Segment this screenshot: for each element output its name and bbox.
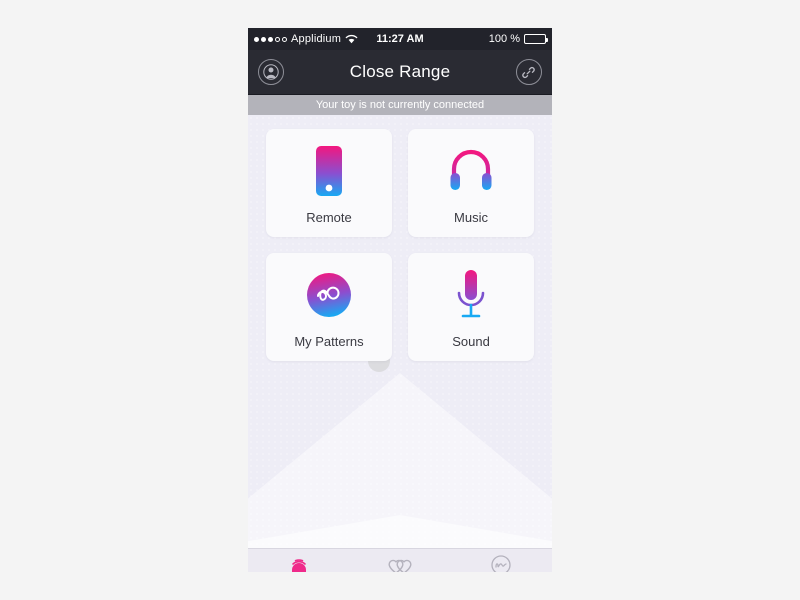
connection-status-banner: Your toy is not currently connected [248,95,552,115]
signal-dot-1 [254,36,259,42]
card-sound[interactable]: Sound [408,253,534,361]
main-content: Remote Music My Patterns Sound [248,115,552,548]
carrier-label: Applidium [291,33,342,45]
signal-dot-5 [282,36,287,42]
signal-dot-3 [268,36,273,42]
headphones-icon [448,142,494,200]
card-label-music: Music [454,209,488,225]
wifi-icon [345,34,358,44]
card-music[interactable]: Music [408,129,534,237]
wave-circle-icon [491,554,511,572]
signal-dot-4 [275,36,280,42]
battery-percent-label: 100 % [488,33,520,45]
tab-close-range[interactable]: Close Range [248,555,349,572]
card-remote[interactable]: Remote [266,129,392,237]
link-icon[interactable] [515,59,542,85]
tab-long-distance[interactable]: Long Distance [349,555,450,572]
screenshot-canvas: Applidium 11:27 AM 100 % Close Range You… [0,0,800,600]
patterns-wave-circle-icon [306,266,352,324]
card-label-sound: Sound [452,333,490,349]
feature-card-grid: Remote Music My Patterns Sound [248,115,552,361]
signal-dot-2 [261,36,266,42]
page-title: Close Range [349,62,451,81]
signal-strength-dots [254,36,287,42]
phone-screen: Applidium 11:27 AM 100 % Close Range You… [248,28,552,572]
two-hearts-icon [387,555,413,572]
status-bar: Applidium 11:27 AM 100 % [248,28,552,50]
card-label-my-patterns: My Patterns [294,333,364,349]
navigation-bar: Close Range [248,50,552,95]
status-bar-right: 100 % [488,33,548,45]
close-range-signal-icon [288,555,310,572]
status-bar-left: Applidium [254,33,358,45]
battery-icon [524,34,548,44]
profile-icon[interactable] [258,59,284,85]
tab-patterns[interactable]: Patterns [451,554,552,572]
card-my-patterns[interactable]: My Patterns [266,253,392,361]
card-label-remote: Remote [306,209,352,225]
remote-phone-icon [313,142,345,200]
tab-bar: Close Range Long Distance [248,548,552,572]
microphone-icon [454,266,488,324]
